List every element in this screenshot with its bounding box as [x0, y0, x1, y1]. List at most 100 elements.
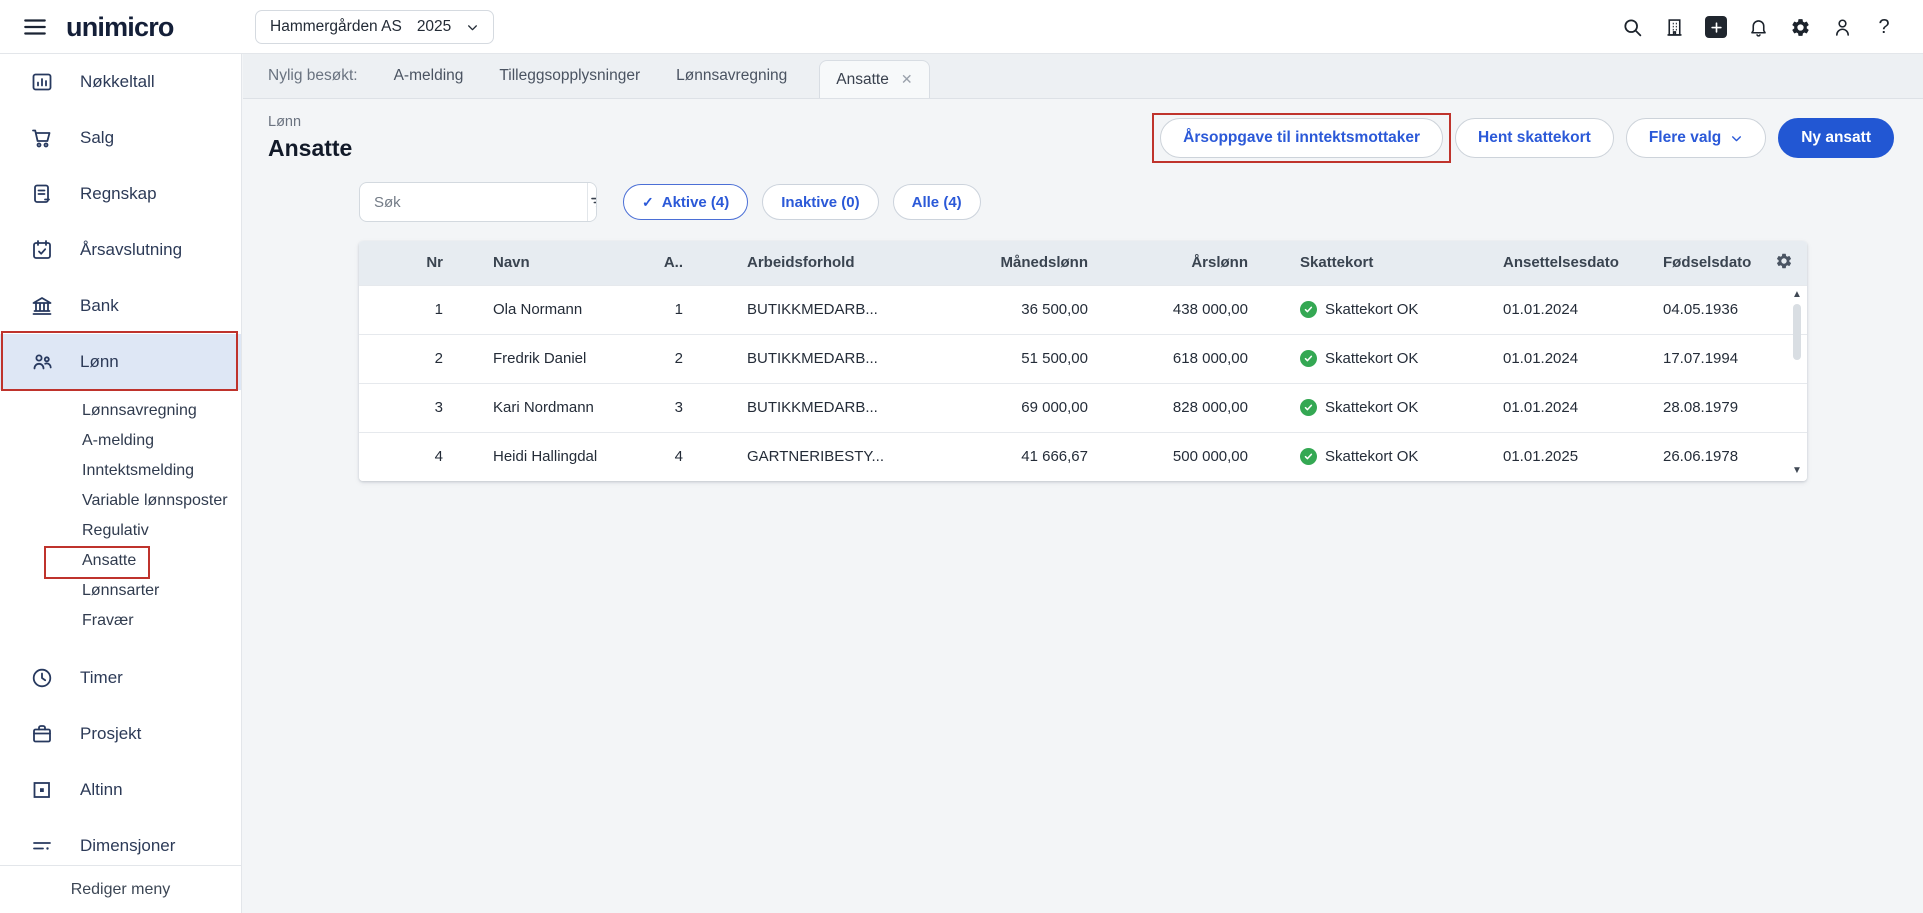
bank-icon [30, 294, 54, 318]
col-header-skattekort[interactable]: Skattekort [1274, 241, 1479, 285]
search-input[interactable] [360, 183, 587, 221]
table-row[interactable]: 2 Fredrik Daniel 2 BUTIKKMEDARB... 51 50… [359, 334, 1807, 383]
sidebar-subitem-inntektsmelding[interactable]: Inntektsmelding [0, 456, 241, 486]
sidebar-item-label: Lønn [80, 352, 119, 372]
skattekort-ok-icon [1300, 448, 1317, 465]
col-header-navn[interactable]: Navn [469, 241, 649, 285]
scroll-up-icon[interactable]: ▲ [1792, 288, 1802, 302]
top-bar: unimicro Hammergården AS 2025 [0, 0, 1923, 54]
sidebar-item-nokkeltall[interactable]: Nøkkeltall [0, 54, 241, 110]
chevron-down-icon [1730, 132, 1743, 145]
sidebar-item-lonn[interactable]: Lønn [0, 334, 241, 390]
skattekort-status: Skattekort OK [1325, 350, 1418, 367]
pill-aktive[interactable]: ✓ Aktive (4) [623, 184, 748, 220]
scrollbar-thumb[interactable] [1793, 304, 1801, 360]
sidebar-subitem-lonnsarter[interactable]: Lønnsarter [0, 576, 241, 606]
scroll-down-icon[interactable]: ▼ [1792, 464, 1802, 478]
filter-icon[interactable] [587, 183, 597, 221]
sidebar-item-bank[interactable]: Bank [0, 278, 241, 334]
pill-inaktive[interactable]: Inaktive (0) [762, 184, 878, 220]
employees-table-card: Nr Navn A.. Arbeidsforhold Månedslønn År… [359, 241, 1807, 481]
help-icon[interactable]: ? [1873, 16, 1895, 38]
company-selector[interactable]: Hammergården AS 2025 [255, 10, 494, 44]
company-icon[interactable] [1663, 16, 1685, 38]
altinn-icon [30, 778, 54, 802]
table-row[interactable]: 4 Heidi Hallingdal 4 GARTNERIBESTY... 41… [359, 432, 1807, 481]
tab-link-tilleggsopplysninger[interactable]: Tilleggsopplysninger [499, 67, 640, 85]
toolbar: ✓ Aktive (4) Inaktive (0) Alle (4) [359, 182, 1923, 222]
check-icon: ✓ [642, 194, 654, 211]
close-icon[interactable]: ✕ [901, 71, 913, 88]
ny-ansatt-button[interactable]: Ny ansatt [1778, 118, 1894, 158]
lonn-submenu: Lønnsavregning A-melding Inntektsmelding… [0, 390, 241, 636]
cart-icon [30, 126, 54, 150]
sidebar-item-dimensjoner[interactable]: Dimensjoner [0, 818, 241, 865]
filter-pills: ✓ Aktive (4) Inaktive (0) Alle (4) [623, 184, 981, 220]
sidebar-subitem-ansatte[interactable]: Ansatte [0, 546, 241, 576]
table-scrollbar[interactable]: ▲ ▼ [1790, 288, 1804, 478]
sidebar-item-prosjekt[interactable]: Prosjekt [0, 706, 241, 762]
dimensions-icon [30, 834, 54, 858]
col-header-fodselsdato[interactable]: Fødselsdato [1639, 241, 1761, 285]
skattekort-status: Skattekort OK [1325, 448, 1418, 465]
company-year: 2025 [417, 18, 451, 36]
add-icon[interactable] [1705, 16, 1727, 38]
skattekort-ok-icon [1300, 399, 1317, 416]
user-icon[interactable] [1831, 16, 1853, 38]
sidebar-item-arsavslutning[interactable]: Årsavslutning [0, 222, 241, 278]
sidebar-footer: Rediger meny [0, 865, 241, 913]
title-block: Lønn Ansatte [268, 114, 352, 162]
tab-ansatte-active[interactable]: Ansatte ✕ [819, 60, 929, 98]
arsoppgave-button[interactable]: Årsoppgave til inntektsmottaker [1160, 118, 1443, 158]
skattekort-status: Skattekort OK [1325, 399, 1418, 416]
clock-icon [30, 666, 54, 690]
sidebar: Nøkkeltall Salg Regnskap Årsavslutning B [0, 54, 242, 913]
sidebar-item-regnskap[interactable]: Regnskap [0, 166, 241, 222]
sidebar-item-label: Nøkkeltall [80, 72, 155, 92]
menu-icon[interactable] [22, 14, 48, 40]
sidebar-item-label: Salg [80, 128, 114, 148]
chevron-down-icon [466, 21, 479, 34]
table-row[interactable]: 1 Ola Normann 1 BUTIKKMEDARB... 36 500,0… [359, 285, 1807, 334]
sidebar-subitem-a-melding[interactable]: A-melding [0, 426, 241, 456]
column-settings-gear-icon[interactable] [1775, 252, 1793, 270]
header-actions: Årsoppgave til inntektsmottaker Hent ska… [1160, 118, 1894, 158]
skattekort-ok-icon [1300, 350, 1317, 367]
sidebar-nav: Nøkkeltall Salg Regnskap Årsavslutning B [0, 54, 241, 865]
bar-chart-icon [30, 70, 54, 94]
tab-link-lonnsavregning[interactable]: Lønnsavregning [676, 67, 787, 85]
rediger-meny-button[interactable]: Rediger meny [71, 881, 171, 899]
sidebar-subitem-lonnsavregning[interactable]: Lønnsavregning [0, 396, 241, 426]
hent-skattekort-button[interactable]: Hent skattekort [1455, 118, 1614, 158]
sidebar-item-label: Årsavslutning [80, 240, 182, 260]
sidebar-item-label: Prosjekt [80, 724, 141, 744]
col-header-arbeidsforhold[interactable]: Arbeidsforhold [709, 241, 929, 285]
col-header-manedslonn[interactable]: Månedslønn [929, 241, 1114, 285]
skattekort-status: Skattekort OK [1325, 301, 1418, 318]
tab-link-a-melding[interactable]: A-melding [394, 67, 464, 85]
notifications-icon[interactable] [1747, 16, 1769, 38]
settings-icon[interactable] [1789, 16, 1811, 38]
topbar-icons: ? [1621, 0, 1895, 54]
sidebar-item-label: Bank [80, 296, 119, 316]
table-row[interactable]: 3 Kari Nordmann 3 BUTIKKMEDARB... 69 000… [359, 383, 1807, 432]
pill-alle[interactable]: Alle (4) [893, 184, 981, 220]
search-icon[interactable] [1621, 16, 1643, 38]
sidebar-item-timer[interactable]: Timer [0, 650, 241, 706]
sidebar-item-altinn[interactable]: Altinn [0, 762, 241, 818]
col-header-ansettelsesdato[interactable]: Ansettelsesdato [1479, 241, 1639, 285]
flere-valg-button[interactable]: Flere valg [1626, 118, 1766, 158]
sidebar-item-salg[interactable]: Salg [0, 110, 241, 166]
col-header-arslonn[interactable]: Årslønn [1114, 241, 1274, 285]
col-header-a[interactable]: A.. [649, 241, 709, 285]
sidebar-subitem-variable-lonnsposter[interactable]: Variable lønnsposter [0, 486, 241, 516]
sidebar-subitem-fravaer[interactable]: Fravær [0, 606, 241, 636]
sidebar-subitem-regulativ[interactable]: Regulativ [0, 516, 241, 546]
calendar-check-icon [30, 238, 54, 262]
app-logo[interactable]: unimicro [66, 12, 174, 43]
ledger-icon [30, 182, 54, 206]
col-header-nr[interactable]: Nr [359, 241, 469, 285]
company-name: Hammergården AS [270, 18, 402, 36]
breadcrumb: Lønn [268, 114, 352, 130]
page-header: Lønn Ansatte Årsoppgave til inntektsmott… [243, 99, 1923, 162]
